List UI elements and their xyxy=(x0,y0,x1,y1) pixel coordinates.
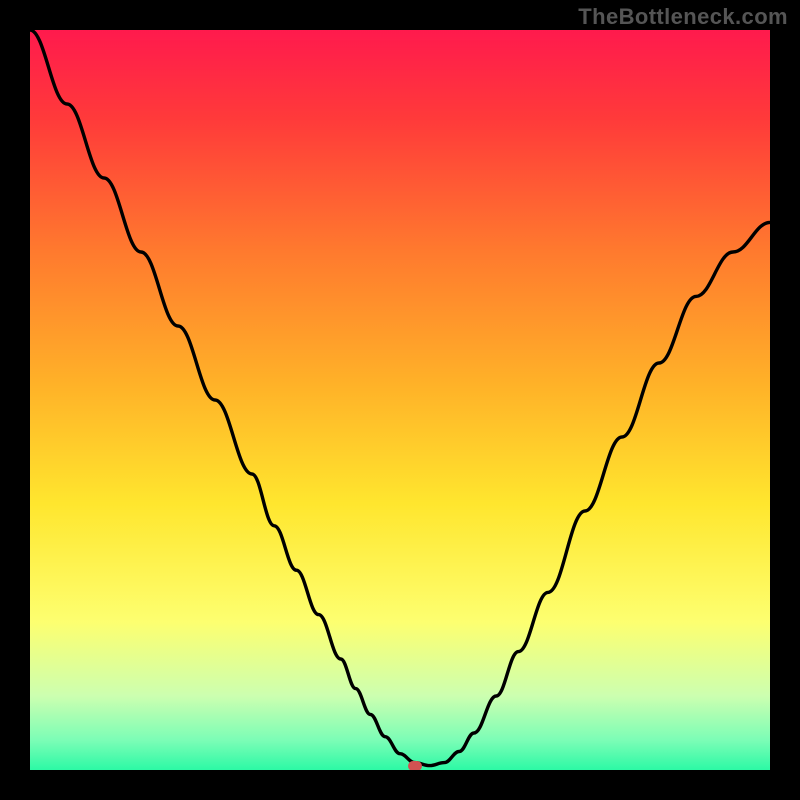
plot-area xyxy=(30,30,770,770)
chart-container: TheBottleneck.com xyxy=(0,0,800,800)
curve-layer xyxy=(30,30,770,770)
watermark-label: TheBottleneck.com xyxy=(578,4,788,30)
minimum-marker xyxy=(408,761,422,770)
bottleneck-curve xyxy=(30,30,770,766)
